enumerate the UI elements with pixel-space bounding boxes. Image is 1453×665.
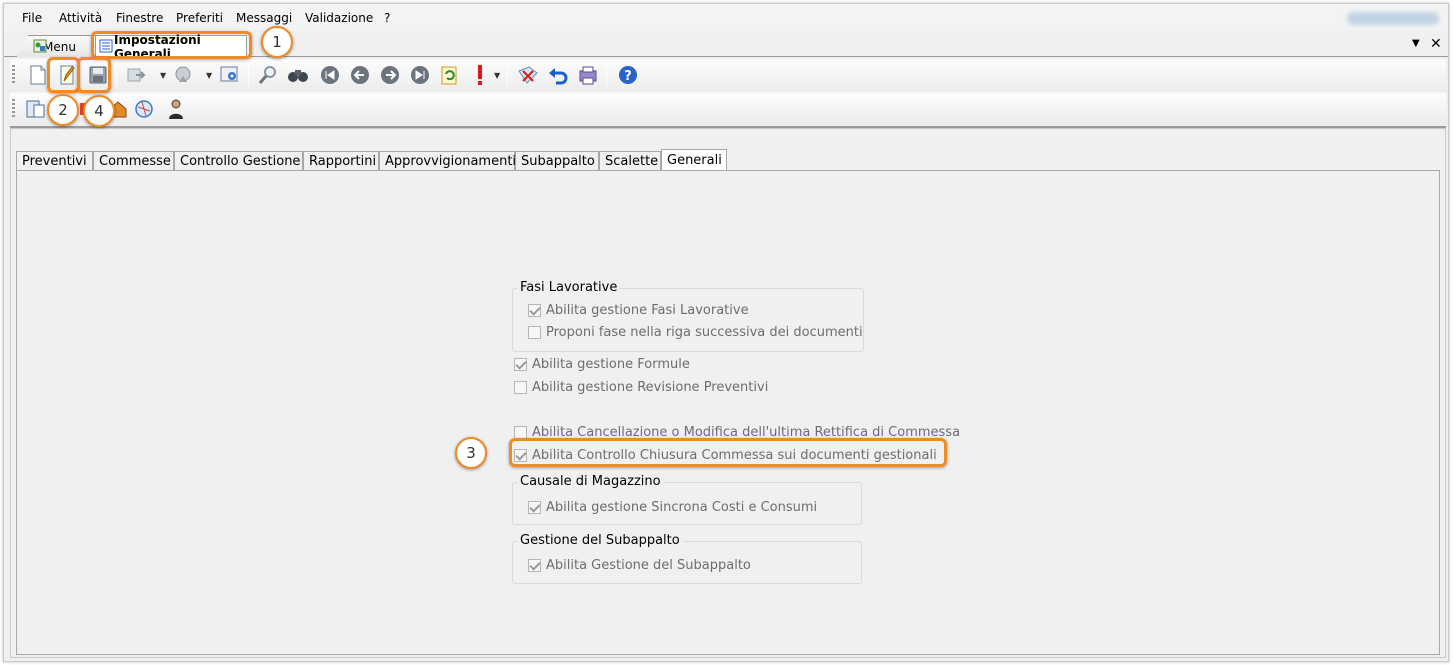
toolbar-separator	[606, 64, 607, 86]
callout-highlight-tab	[91, 31, 252, 59]
tab-dropdown-icon[interactable]: ▼	[1412, 38, 1420, 49]
menu-attivita[interactable]: Attività	[59, 11, 102, 25]
callout-highlight-save	[77, 57, 111, 93]
toolbar-grip[interactable]	[12, 65, 15, 85]
menu-bar: File Attività Finestre Preferiti Messagg…	[4, 4, 1448, 31]
callout-highlight-checkbox	[509, 438, 947, 467]
secondary-toolbar	[10, 93, 1446, 125]
tab-approvvigionamenti[interactable]: Approvvigionamenti	[379, 151, 516, 171]
tab-menu[interactable]: Menu	[16, 35, 96, 57]
toolbar-grip[interactable]	[12, 99, 15, 119]
tab-subappalto[interactable]: Subappalto	[515, 151, 599, 171]
callout-highlight-edit	[47, 57, 80, 93]
menu-validazione[interactable]: Validazione	[305, 11, 373, 25]
toolbar-separator	[116, 64, 117, 86]
abilita-subappalto-label: Abilita Gestione del Subappalto	[546, 558, 751, 573]
revisione-checkbox[interactable]: Abilita gestione Revisione Preventivi	[514, 380, 768, 395]
causale-magazzino-title: Causale di Magazzino	[517, 474, 664, 489]
menu-messaggi[interactable]: Messaggi	[236, 11, 292, 25]
callout-badge-3: 3	[455, 437, 487, 469]
tab-controllo-gestione[interactable]: Controllo Gestione	[174, 151, 303, 171]
previous-record-icon[interactable]	[348, 63, 372, 87]
last-record-icon[interactable]	[408, 63, 432, 87]
print-icon[interactable]	[576, 63, 600, 87]
sincrona-label: Abilita gestione Sincrona Costi e Consum…	[546, 500, 818, 515]
abilita-subappalto-checkbox[interactable]: Abilita Gestione del Subappalto	[528, 558, 751, 573]
globe-icon[interactable]	[132, 97, 156, 121]
tab-menu-label: Menu	[43, 39, 76, 54]
search-icon[interactable]	[256, 63, 280, 87]
proponi-fase-checkbox[interactable]: Proponi fase nella riga successiva dei d…	[528, 325, 863, 340]
menu-file[interactable]: File	[22, 11, 42, 25]
export-icon[interactable]	[124, 63, 148, 87]
callout-badge-1: 1	[261, 26, 293, 58]
callout-badge-4: 4	[83, 95, 115, 127]
help-icon[interactable]: ?	[616, 63, 640, 87]
checkbox-box[interactable]	[514, 358, 527, 371]
settings-content: Preventivi Commesse Controllo Gestione R…	[10, 128, 1446, 658]
sincrona-checkbox[interactable]: Abilita gestione Sincrona Costi e Consum…	[528, 500, 817, 515]
toolbar-separator	[248, 64, 249, 86]
tab-generali[interactable]: Generali	[661, 149, 727, 171]
svg-text:?: ?	[624, 69, 632, 84]
formule-checkbox[interactable]: Abilita gestione Formule	[514, 357, 690, 372]
binoculars-icon[interactable]	[286, 63, 310, 87]
first-record-icon[interactable]	[318, 63, 342, 87]
checkbox-box[interactable]	[514, 381, 527, 394]
main-toolbar: ▼ ▼ ▼ ?	[10, 59, 1446, 91]
refresh-icon[interactable]	[438, 63, 462, 87]
checkbox-box[interactable]	[528, 304, 541, 317]
satellite-dropdown-arrow[interactable]: ▼	[206, 71, 212, 80]
clipboard-icon[interactable]	[24, 97, 48, 121]
proponi-fase-label: Proponi fase nella riga successiva dei d…	[546, 325, 863, 340]
toolbar-separator	[507, 64, 508, 86]
callout-badge-2: 2	[47, 94, 79, 126]
tab-commesse[interactable]: Commesse	[93, 151, 174, 171]
menu-preferiti[interactable]: Preferiti	[176, 11, 223, 25]
fasi-lavorative-group	[512, 288, 864, 352]
menu-tree-icon	[33, 39, 47, 53]
tab-rapportini[interactable]: Rapportini	[303, 151, 379, 171]
application-window: File Attività Finestre Preferiti Messagg…	[3, 3, 1449, 662]
checkbox-box[interactable]	[528, 326, 541, 339]
formule-label: Abilita gestione Formule	[532, 357, 690, 372]
user-icon[interactable]	[164, 97, 188, 121]
generali-panel: Fasi Lavorative Abilita gestione Fasi La…	[16, 170, 1440, 655]
settings-icon[interactable]	[218, 63, 242, 87]
alert-icon[interactable]	[468, 63, 492, 87]
next-record-icon[interactable]	[378, 63, 402, 87]
checkbox-box[interactable]	[528, 559, 541, 572]
alert-dropdown-arrow[interactable]: ▼	[494, 71, 500, 80]
menu-finestre[interactable]: Finestre	[116, 11, 163, 25]
export-dropdown-arrow[interactable]: ▼	[160, 71, 166, 80]
revisione-label: Abilita gestione Revisione Preventivi	[532, 380, 769, 395]
fasi-lavorative-title: Fasi Lavorative	[517, 280, 621, 295]
abilita-fasi-checkbox[interactable]: Abilita gestione Fasi Lavorative	[528, 303, 749, 318]
cancel-icon[interactable]	[516, 63, 540, 87]
satellite-icon[interactable]	[172, 63, 196, 87]
checkbox-box[interactable]	[528, 501, 541, 514]
subappalto-title: Gestione del Subappalto	[517, 533, 683, 548]
tab-preventivi[interactable]: Preventivi	[16, 151, 93, 171]
close-icon[interactable]: ✕	[1430, 36, 1442, 52]
abilita-fasi-label: Abilita gestione Fasi Lavorative	[546, 303, 749, 318]
tab-scalette[interactable]: Scalette	[599, 151, 661, 171]
blurred-user-area	[1347, 12, 1439, 25]
undo-icon[interactable]	[546, 63, 570, 87]
menu-help[interactable]: ?	[384, 11, 390, 25]
